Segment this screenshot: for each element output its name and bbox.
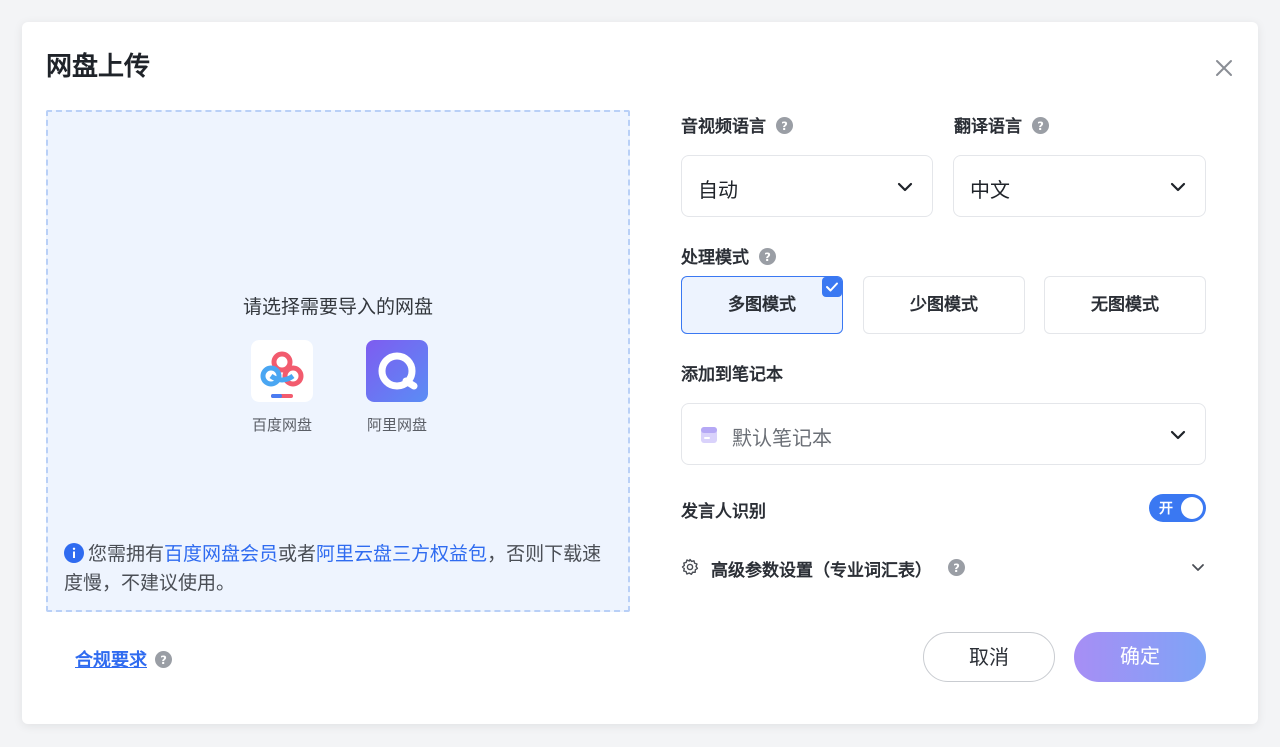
svg-text:?: ? — [160, 653, 167, 667]
mode-multi-image-label: 多图模式 — [728, 295, 796, 315]
aliyun-drive-label: 阿里网盘 — [366, 416, 427, 434]
advanced-settings-label: 高级参数设置（专业词汇表） — [711, 561, 932, 581]
notebook-label: 添加到笔记本 — [681, 365, 783, 385]
baidu-netdisk-label: 百度网盘 — [251, 416, 312, 434]
notebook-icon — [701, 427, 717, 443]
translate-language-select[interactable]: 中文 — [953, 155, 1206, 217]
cancel-button[interactable]: 取消 — [923, 632, 1055, 682]
aliyun-drive-icon — [366, 340, 428, 402]
confirm-button[interactable]: 确定 — [1074, 632, 1206, 682]
mode-label-text: 处理模式 — [681, 248, 749, 268]
compliance-row: 合规要求 ? — [75, 646, 172, 672]
netdisk-select-area: 请选择需要导入的网盘 百度网盘 阿里网盘 您需拥有百度网盘会员或者阿里云盘三方权… — [46, 110, 630, 612]
help-icon[interactable]: ? — [759, 248, 776, 265]
close-icon[interactable] — [1212, 56, 1236, 80]
info-icon — [64, 543, 84, 563]
help-icon[interactable]: ? — [776, 117, 793, 134]
speaker-label: 发言人识别 — [681, 502, 766, 522]
audio-language-select[interactable]: 自动 — [681, 155, 933, 217]
aliyun-drive-option[interactable]: 阿里网盘 — [357, 340, 437, 435]
upload-dialog: 网盘上传 请选择需要导入的网盘 百度网盘 阿里网盘 您需拥有百度网盘会员或者阿里… — [22, 22, 1258, 724]
help-icon[interactable]: ? — [948, 559, 965, 576]
baidu-vip-link[interactable]: 百度网盘会员 — [164, 543, 278, 565]
membership-notice: 您需拥有百度网盘会员或者阿里云盘三方权益包，否则下载速度慢，不建议使用。 — [64, 540, 620, 598]
mode-no-image-label: 无图模式 — [1091, 295, 1159, 315]
dialog-title: 网盘上传 — [46, 52, 151, 82]
netdisk-prompt: 请选择需要导入的网盘 — [242, 296, 433, 318]
notice-text-1: 您需拥有 — [88, 543, 165, 565]
translate-language-label-text: 翻译语言 — [954, 117, 1022, 137]
notebook-value: 默认笔记本 — [732, 426, 832, 450]
toggle-knob — [1181, 497, 1203, 519]
selected-check-icon — [822, 277, 842, 297]
speaker-toggle[interactable]: 开 — [1149, 494, 1206, 522]
chevron-down-icon — [897, 182, 913, 192]
speaker-toggle-text: 开 — [1159, 501, 1173, 517]
help-icon[interactable]: ? — [1032, 117, 1049, 134]
help-icon[interactable]: ? — [155, 651, 172, 668]
svg-text:?: ? — [953, 561, 960, 575]
advanced-settings-row[interactable]: 高级参数设置（专业词汇表） ? — [681, 554, 1206, 581]
translate-language-value: 中文 — [970, 178, 1010, 202]
audio-language-label-text: 音视频语言 — [681, 117, 766, 137]
notebook-select[interactable]: 默认笔记本 — [681, 403, 1206, 465]
audio-language-value: 自动 — [698, 178, 738, 202]
mode-few-image-label: 少图模式 — [910, 295, 978, 315]
audio-language-label: 音视频语言 ? — [681, 112, 793, 137]
mode-few-image[interactable]: 少图模式 — [863, 276, 1025, 334]
compliance-link[interactable]: 合规要求 — [75, 650, 147, 671]
aliyun-benefit-link[interactable]: 阿里云盘三方权益包 — [316, 543, 487, 565]
chevron-down-icon — [1170, 182, 1186, 192]
mode-label: 处理模式 ? — [681, 243, 776, 268]
svg-text:?: ? — [781, 119, 788, 133]
gear-icon — [681, 558, 699, 575]
chevron-down-icon — [1192, 564, 1204, 571]
mode-multi-image[interactable]: 多图模式 — [681, 276, 843, 334]
mode-no-image[interactable]: 无图模式 — [1044, 276, 1206, 334]
chevron-down-icon — [1170, 430, 1186, 440]
svg-text:?: ? — [1037, 119, 1044, 133]
translate-language-label: 翻译语言 ? — [954, 112, 1049, 137]
svg-text:?: ? — [764, 250, 771, 264]
baidu-netdisk-icon — [251, 340, 313, 402]
baidu-netdisk-option[interactable]: 百度网盘 — [242, 340, 322, 435]
notice-text-2: 或者 — [278, 543, 317, 565]
